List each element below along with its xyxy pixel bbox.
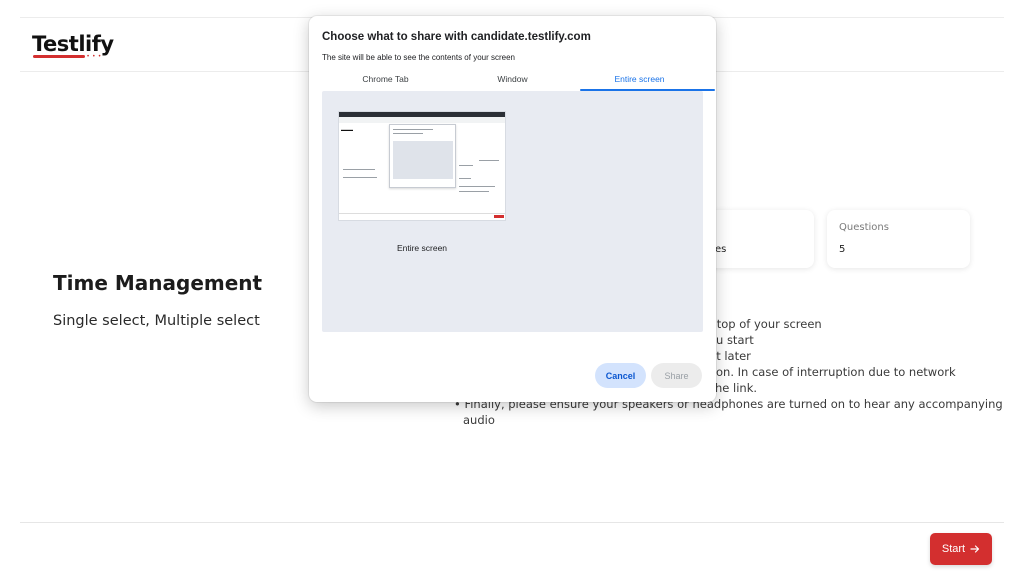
thumb-toolbar [339, 117, 505, 123]
thumb-text [343, 177, 377, 178]
tab-chrome-tab[interactable]: Chrome Tab [322, 71, 449, 91]
logo-underline [33, 55, 85, 58]
card-value: 5 [839, 244, 846, 255]
thumb-logo: ▬▬▬ [341, 127, 353, 132]
section-subtitle: Single select, Multiple select [53, 313, 260, 329]
start-label: Start [941, 543, 966, 555]
thumb-dialog [389, 124, 456, 188]
thumb-text [459, 178, 471, 179]
thumb-text [343, 169, 375, 170]
info-card-questions: Questions 5 [827, 210, 970, 268]
preview-label: Entire screen [396, 243, 448, 253]
thumb-text [393, 133, 423, 134]
thumb-start-button [494, 215, 504, 218]
instruction-line: e top of your screen [706, 317, 822, 331]
instruction-line: it later [713, 349, 751, 363]
screen-preview-area: ▬▬▬ Entire screen [322, 91, 703, 332]
cancel-button[interactable]: Cancel [595, 363, 646, 388]
thumb-text [459, 186, 495, 187]
dialog-subtitle: The site will be able to see the content… [322, 53, 515, 62]
screen-thumbnail[interactable]: ▬▬▬ [338, 111, 506, 221]
logo-dots: • • • [87, 54, 102, 60]
thumb-footer-line [339, 213, 505, 214]
testlify-logo: Testlify [32, 32, 114, 56]
thumb-dialog-preview [393, 141, 453, 179]
tab-window[interactable]: Window [449, 71, 576, 91]
thumb-text [459, 191, 489, 192]
tab-entire-screen[interactable]: Entire screen [576, 71, 703, 91]
instruction-line: he link. [715, 381, 758, 395]
screen-share-dialog: Choose what to share with candidate.test… [309, 16, 716, 402]
thumb-text [479, 160, 499, 161]
instruction-line: u start [716, 333, 754, 347]
test-instructions-page: Testlify • • • Time Management Single se… [0, 0, 1024, 576]
card-value: es [715, 244, 727, 255]
start-button[interactable]: Start [930, 533, 992, 565]
share-tabs: Chrome Tab Window Entire screen [322, 71, 715, 91]
thumb-text [459, 165, 473, 166]
card-label: Questions [839, 222, 889, 233]
thumb-text [393, 129, 433, 130]
footer-divider [20, 522, 1004, 523]
share-button[interactable]: Share [651, 363, 702, 388]
instruction-line: on. In case of interruption due to netwo… [716, 365, 956, 379]
arrow-right-icon [970, 545, 980, 553]
dialog-title: Choose what to share with candidate.test… [322, 31, 591, 43]
instruction-line: audio [463, 413, 495, 427]
section-title: Time Management [53, 271, 263, 295]
